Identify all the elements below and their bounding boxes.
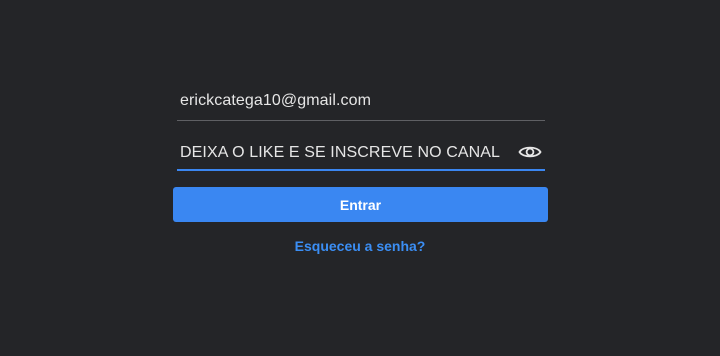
forgot-password-link[interactable]: Esqueceu a senha? xyxy=(0,238,720,254)
email-value: erickcatega10@gmail.com xyxy=(180,92,372,109)
password-value: DEIXA O LIKE E SE INSCREVE NO CANAL xyxy=(180,144,501,161)
password-field[interactable]: DEIXA O LIKE E SE INSCREVE NO CANAL xyxy=(177,136,545,171)
eye-icon[interactable] xyxy=(517,142,543,162)
login-button[interactable]: Entrar xyxy=(173,187,548,222)
login-form: erickcatega10@gmail.com DEIXA O LIKE E S… xyxy=(0,0,720,356)
email-field[interactable]: erickcatega10@gmail.com xyxy=(177,84,545,121)
